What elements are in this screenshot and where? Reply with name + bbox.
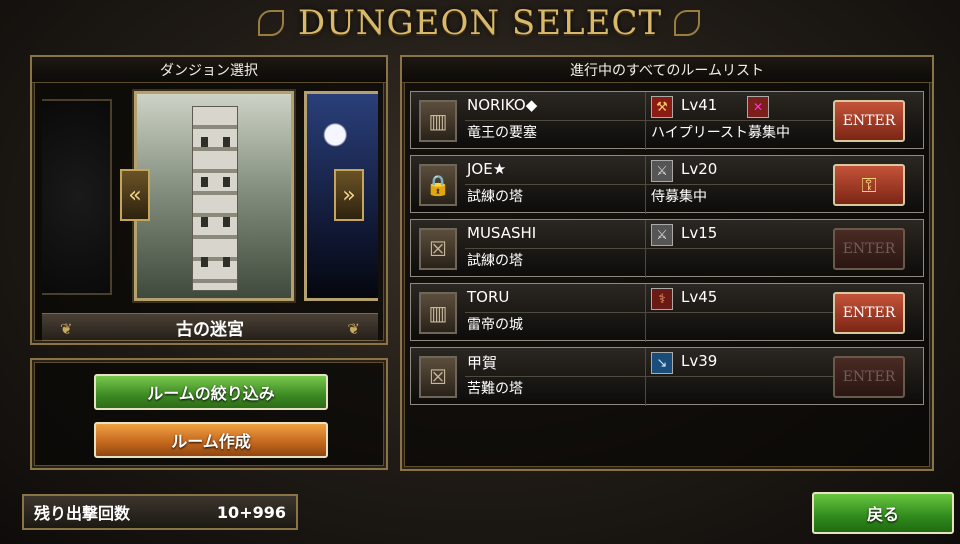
enter-button[interactable]: ENTER [833, 292, 905, 334]
room-dungeon: 試練の塔 [467, 189, 523, 205]
ornament-right-icon [674, 10, 700, 36]
door-icon: ▥ [419, 292, 457, 334]
filter-rooms-button[interactable]: ルームの絞り込み [94, 374, 328, 410]
room-host: JOE★ [467, 160, 507, 178]
selected-dungeon-name: 古の迷宮 [176, 319, 244, 340]
selected-dungeon-name-bar: ❦ 古の迷宮 ❦ [42, 313, 378, 341]
room-row[interactable]: ☒ 甲賀 苦難の塔 ↘ Lv39 ENTER [410, 347, 924, 406]
key-icon: ⚿ [861, 173, 877, 197]
mace-icon: ⚕ [651, 288, 673, 310]
room-row[interactable]: ▥ TORU 雷帝の城 ⚕ Lv45 ENTER [410, 283, 924, 342]
room-level: Lv20 [681, 160, 718, 178]
enter-button-disabled: ENTER [833, 228, 905, 270]
ornament-left-icon [258, 10, 284, 36]
tower-image [192, 106, 238, 291]
room-dungeon: 苦難の塔 [467, 381, 523, 397]
dungeon-carousel [42, 89, 378, 305]
room-row[interactable]: 🔒 JOE★ 試練の塔 ⚔ Lv20 侍募集中 ⚿ [410, 155, 924, 214]
create-room-button[interactable]: ルーム作成 [94, 422, 328, 458]
flourish-right-icon: ❦ [347, 320, 360, 338]
room-host: MUSASHI [467, 224, 537, 242]
flourish-left-icon: ❦ [60, 320, 73, 338]
carousel-next-button[interactable]: » [334, 169, 364, 221]
room-dungeon: 竜王の要塞 [467, 125, 537, 141]
dagger-icon: ↘ [651, 352, 673, 374]
dungeon-card-prev[interactable] [42, 99, 112, 295]
carousel-prev-button[interactable]: « [120, 169, 150, 221]
sword-icon: ⚔ [651, 224, 673, 246]
sealed-door-icon: ☒ [419, 228, 457, 270]
crossed-staff-icon: ✕ [747, 96, 769, 118]
axe-icon: ⚒ [651, 96, 673, 118]
room-host: 甲賀 [467, 354, 498, 372]
padlock-icon: 🔒 [419, 164, 457, 206]
room-host: NORIKO◆ [467, 96, 538, 114]
enter-button[interactable]: ENTER [833, 100, 905, 142]
room-level: Lv45 [681, 288, 718, 306]
room-dungeon: 試練の塔 [467, 253, 523, 269]
room-level: Lv41 [681, 96, 718, 114]
room-list-panel: 進行中のすべてのルームリスト ▥ NORIKO◆ 竜王の要塞 ⚒ Lv41 ✕ … [400, 55, 934, 471]
room-recruit: 侍募集中 [651, 189, 707, 205]
dungeon-panel-header: ダンジョン選択 [32, 57, 386, 83]
enter-button-disabled: ENTER [833, 356, 905, 398]
back-button[interactable]: 戻る [812, 492, 954, 534]
room-row[interactable]: ☒ MUSASHI 試練の塔 ⚔ Lv15 ENTER [410, 219, 924, 278]
page-title: DUNGEON SELECT [297, 3, 663, 43]
room-list-header: 進行中のすべてのルームリスト [402, 57, 932, 83]
room-row[interactable]: ▥ NORIKO◆ 竜王の要塞 ⚒ Lv41 ✕ ハイプリースト募集中 ENTE… [410, 91, 924, 150]
key-enter-button[interactable]: ⚿ [833, 164, 905, 206]
title-bar: DUNGEON SELECT [0, 0, 960, 46]
room-level: Lv15 [681, 224, 718, 242]
dungeon-card-selected[interactable] [134, 91, 294, 301]
sortie-count: 10+996 [216, 502, 286, 522]
sword-icon: ⚔ [651, 160, 673, 182]
room-recruit: ハイプリースト募集中 [651, 125, 791, 141]
remaining-sorties-box: 残り出撃回数 10+996 [22, 494, 298, 530]
sortie-label: 残り出撃回数 [34, 504, 131, 523]
dungeon-select-panel: ダンジョン選択 « » ❦ 古の迷宮 ❦ [30, 55, 388, 345]
room-host: TORU [467, 288, 510, 306]
room-dungeon: 雷帝の城 [467, 317, 523, 333]
door-icon: ▥ [419, 100, 457, 142]
room-actions-panel: ルームの絞り込み ルーム作成 [30, 358, 388, 470]
sealed-door-icon: ☒ [419, 356, 457, 398]
room-level: Lv39 [681, 352, 718, 370]
